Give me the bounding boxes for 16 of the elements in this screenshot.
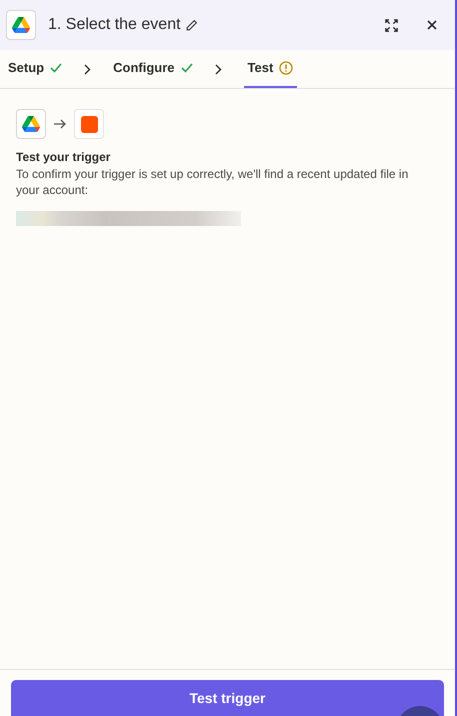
step-tab[interactable]: Configure [113,50,193,88]
arrow-right-icon [54,119,66,129]
square-logo-icon [80,116,98,132]
close-icon[interactable] [427,20,437,30]
pencil-icon[interactable] [184,18,198,32]
section-heading: Test your trigger [16,149,112,166]
expand-icon[interactable] [384,18,399,32]
test-trigger-button[interactable]: Test trigger [11,680,444,716]
drive-logo-icon [12,17,30,33]
section-description: To confirm your trigger is set up correctly, we'll find a recent updated file in your account: [16,166,410,198]
drive-logo-icon [22,116,40,132]
panel-title: 1. Select the event [48,15,181,35]
step-tab[interactable]: Setup [8,50,62,88]
chevron-right-icon [214,64,222,74]
step-tab[interactable]: Test [244,50,298,88]
chevron-right-icon [84,64,92,74]
